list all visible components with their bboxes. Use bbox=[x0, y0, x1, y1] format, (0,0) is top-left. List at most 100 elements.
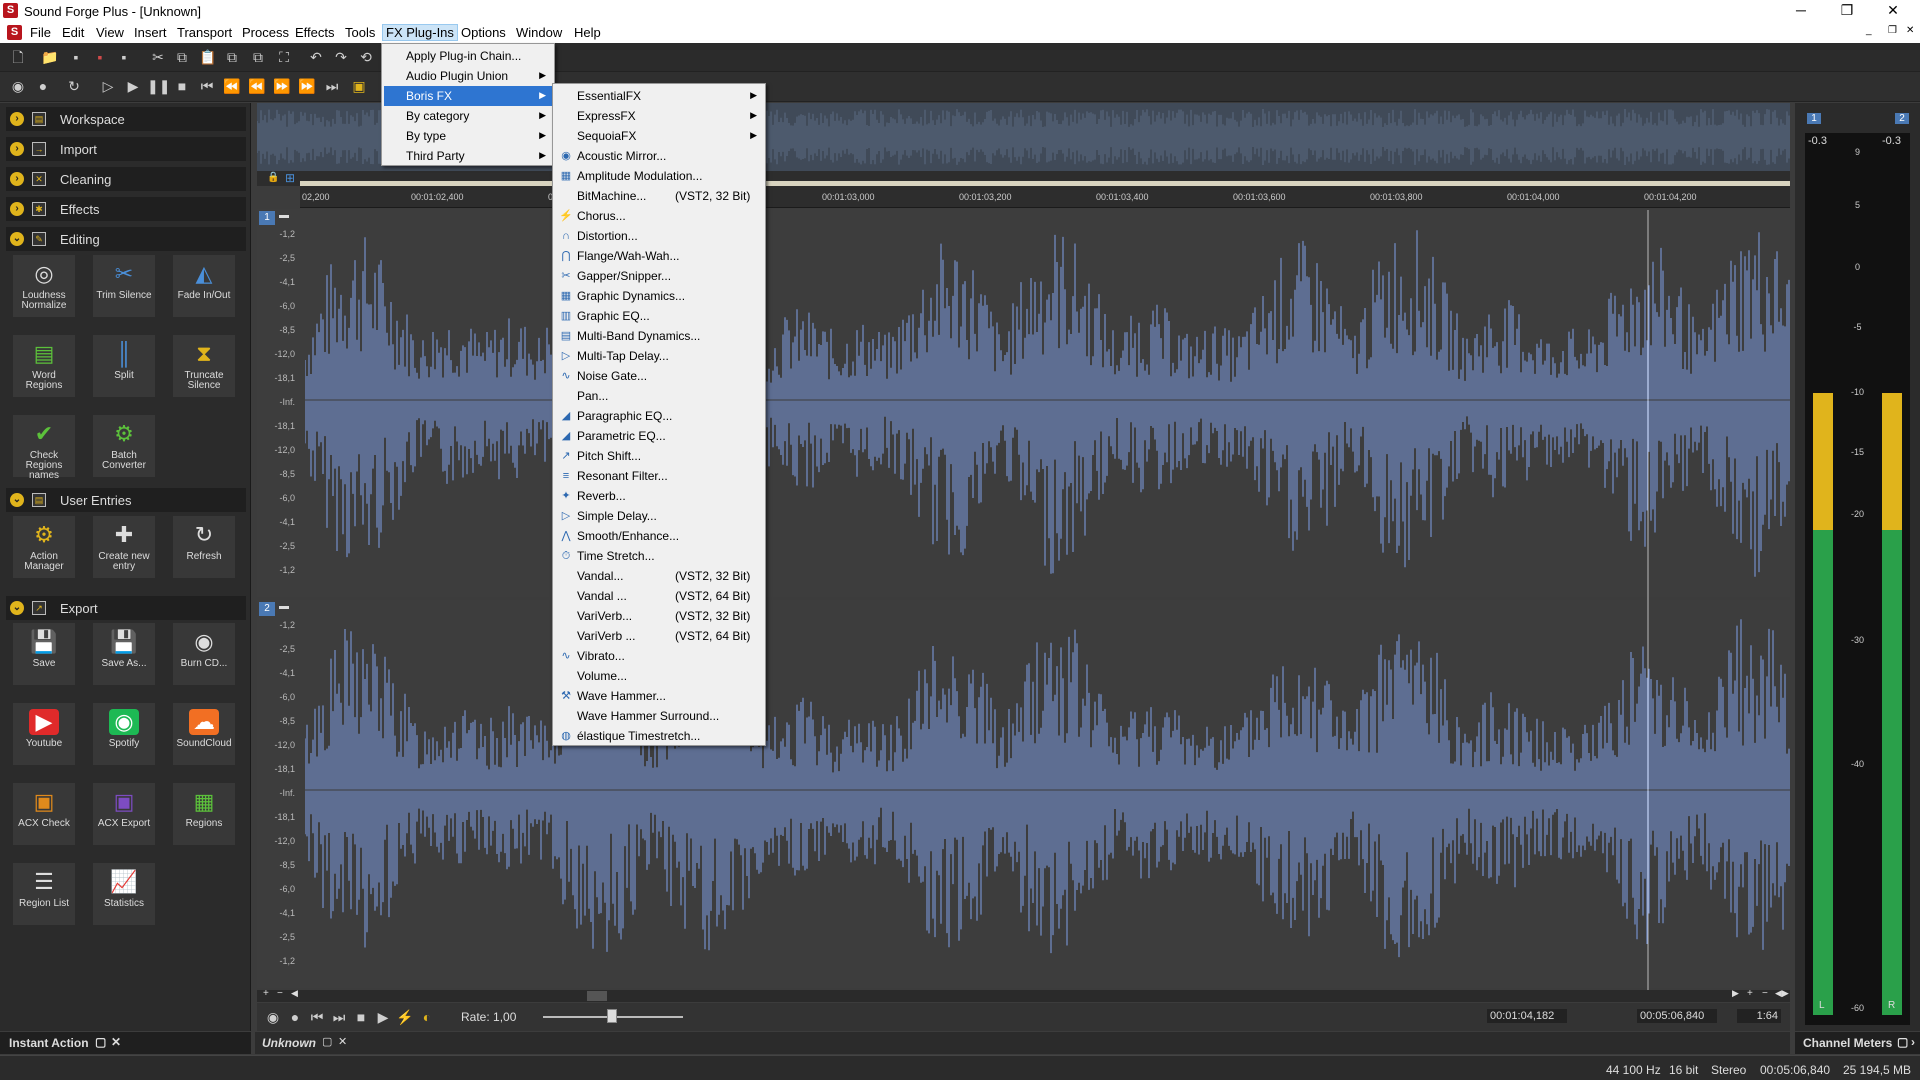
boris-item-2[interactable]: SequoiaFX ▶ bbox=[555, 126, 763, 146]
tile-trim-silence[interactable]: ✂ Trim Silence bbox=[92, 254, 156, 318]
section-import[interactable]: › → Import bbox=[6, 137, 246, 161]
new-icon[interactable]: 🗋 bbox=[8, 47, 28, 67]
boris-item-32[interactable]: ◍ élastique Timestretch... bbox=[555, 726, 763, 746]
menu-view[interactable]: View bbox=[93, 25, 127, 40]
doc-go-start-icon[interactable]: ⏮ bbox=[307, 1007, 327, 1027]
cursor-position[interactable]: 00:01:04,182 bbox=[1487, 1009, 1567, 1023]
doc-play-selection-icon[interactable]: ⚡ bbox=[395, 1007, 415, 1027]
tile-split[interactable]: ║ Split bbox=[92, 334, 156, 398]
section-effects[interactable]: › ✱ Effects bbox=[6, 197, 246, 221]
menu-effects[interactable]: Effects bbox=[292, 25, 338, 40]
boris-item-22[interactable]: ⋀ Smooth/Enhance... bbox=[555, 526, 763, 546]
forward-icon[interactable]: ⏩ bbox=[272, 76, 292, 96]
menu-item-by-category[interactable]: By category ▶ bbox=[384, 106, 552, 126]
selection-length[interactable]: 00:05:06,840 bbox=[1637, 1009, 1717, 1023]
boris-item-6[interactable]: ⚡ Chorus... bbox=[555, 206, 763, 226]
lock-icon[interactable]: 🔒 bbox=[267, 172, 279, 183]
tile-save-as[interactable]: 💾 Save As... bbox=[92, 622, 156, 686]
save-as-icon[interactable]: ▪ bbox=[90, 47, 110, 67]
tile-spotify[interactable]: ◉ Spotify bbox=[92, 702, 156, 766]
save-all-icon[interactable]: ▪ bbox=[114, 47, 134, 67]
tile-acx-export[interactable]: ▣ ACX Export bbox=[92, 782, 156, 846]
boris-item-24[interactable]: Vandal... (VST2, 32 Bit) bbox=[555, 566, 763, 586]
menu-window[interactable]: Window bbox=[513, 25, 565, 40]
doc-restore-button[interactable]: ❐ bbox=[1885, 25, 1900, 36]
boris-item-1[interactable]: ExpressFX ▶ bbox=[555, 106, 763, 126]
boris-item-26[interactable]: VariVerb... (VST2, 32 Bit) bbox=[555, 606, 763, 626]
tile-regions[interactable]: ▦ Regions bbox=[172, 782, 236, 846]
menu-item-audio-plugin-union[interactable]: Audio Plugin Union ▶ bbox=[384, 66, 552, 86]
boris-item-27[interactable]: VariVerb ... (VST2, 64 Bit) bbox=[555, 626, 763, 646]
stop-icon[interactable]: ■ bbox=[172, 76, 192, 96]
collapse-meter-icon[interactable]: › bbox=[1911, 1035, 1915, 1049]
boris-item-3[interactable]: ◉ Acoustic Mirror... bbox=[555, 146, 763, 166]
close-doc-icon[interactable]: ✕ bbox=[338, 1035, 347, 1048]
tile-truncate-silence[interactable]: ⧗ Truncate Silence bbox=[172, 334, 236, 398]
boris-item-8[interactable]: ⋂ Flange/Wah-Wah... bbox=[555, 246, 763, 266]
left-peak-value[interactable]: -0.3 bbox=[1808, 135, 1827, 147]
marker-icon[interactable]: ▣ bbox=[349, 76, 369, 96]
boris-item-0[interactable]: EssentialFX ▶ bbox=[555, 86, 763, 106]
float-doc-icon[interactable]: ▢ bbox=[322, 1035, 332, 1048]
boris-item-11[interactable]: ▥ Graphic EQ... bbox=[555, 306, 763, 326]
time-ruler[interactable]: 02,20000:01:02,40000:01:02,60000:01:02,8… bbox=[300, 186, 1790, 208]
play-icon[interactable]: ▶ bbox=[123, 76, 143, 96]
waveform[interactable] bbox=[305, 210, 1790, 990]
menu-help[interactable]: Help bbox=[571, 25, 604, 40]
tile-statistics[interactable]: 📈 Statistics bbox=[92, 862, 156, 926]
tile-fade-in-out[interactable]: ◭ Fade In/Out bbox=[172, 254, 236, 318]
go-end-icon[interactable]: ⏭ bbox=[322, 76, 342, 96]
document-tab[interactable]: Unknown bbox=[262, 1036, 316, 1050]
scroll-thumb[interactable] bbox=[587, 991, 607, 1001]
record-icon[interactable]: ● bbox=[33, 76, 53, 96]
tile-burn-cd[interactable]: ◉ Burn CD... bbox=[172, 622, 236, 686]
undo-icon[interactable]: ↶ bbox=[306, 47, 326, 67]
right-peak-value[interactable]: -0.3 bbox=[1882, 135, 1901, 147]
zoom-ratio[interactable]: 1:64 bbox=[1737, 1009, 1781, 1023]
boris-item-9[interactable]: ✂ Gapper/Snipper... bbox=[555, 266, 763, 286]
rewind2-icon[interactable]: ⏪ bbox=[247, 76, 267, 96]
tile-save[interactable]: 💾 Save bbox=[12, 622, 76, 686]
boris-item-25[interactable]: Vandal ... (VST2, 64 Bit) bbox=[555, 586, 763, 606]
tile-soundcloud[interactable]: ☁ SoundCloud bbox=[172, 702, 236, 766]
maximize-button[interactable]: ❐ bbox=[1824, 0, 1870, 22]
repeat-icon[interactable]: ⟲ bbox=[356, 47, 376, 67]
boris-item-19[interactable]: ≡ Resonant Filter... bbox=[555, 466, 763, 486]
boris-item-20[interactable]: ✦ Reverb... bbox=[555, 486, 763, 506]
boris-item-4[interactable]: ▦ Amplitude Modulation... bbox=[555, 166, 763, 186]
section-cleaning[interactable]: › ✕ Cleaning bbox=[6, 167, 246, 191]
boris-item-31[interactable]: Wave Hammer Surround... bbox=[555, 706, 763, 726]
boris-item-12[interactable]: ▤ Multi-Band Dynamics... bbox=[555, 326, 763, 346]
boris-item-16[interactable]: ◢ Paragraphic EQ... bbox=[555, 406, 763, 426]
pause-icon[interactable]: ❚❚ bbox=[147, 76, 170, 96]
section-user-entries[interactable]: ⌄ ▤ User Entries bbox=[6, 488, 246, 512]
instant-action-tab[interactable]: Instant Action ▢ ✕ bbox=[0, 1032, 251, 1054]
tile-create-entry[interactable]: ✚ Create new entry bbox=[92, 515, 156, 579]
boris-item-29[interactable]: Volume... bbox=[555, 666, 763, 686]
doc-close-button[interactable]: ✕ bbox=[1903, 25, 1917, 36]
menu-process[interactable]: Process bbox=[239, 25, 292, 40]
boris-item-15[interactable]: Pan... bbox=[555, 386, 763, 406]
boris-item-23[interactable]: ⏱ Time Stretch... bbox=[555, 546, 763, 566]
menu-item-by-type[interactable]: By type ▶ bbox=[384, 126, 552, 146]
snap-icon[interactable]: ⊞ bbox=[285, 171, 295, 185]
horizontal-scrollbar[interactable]: + − ◀ ▶ + − ◀▶ bbox=[257, 988, 1790, 1002]
copy-icon[interactable]: ⧉ bbox=[172, 47, 192, 67]
channel-meters-tab[interactable]: Channel Meters ▢ › bbox=[1795, 1032, 1920, 1054]
float-meter-icon[interactable]: ▢ bbox=[1897, 1035, 1908, 1049]
minimize-button[interactable]: ─ bbox=[1778, 0, 1824, 22]
section-editing[interactable]: ⌄ ✎ Editing bbox=[6, 227, 246, 251]
section-workspace[interactable]: › ▤ Workspace bbox=[6, 107, 246, 131]
boris-item-28[interactable]: ∿ Vibrato... bbox=[555, 646, 763, 666]
menu-item-apply-plugin-chain[interactable]: Apply Plug-in Chain... bbox=[384, 46, 552, 66]
open-icon[interactable]: 📁 bbox=[40, 47, 60, 67]
close-panel-icon[interactable]: ✕ bbox=[111, 1035, 121, 1049]
tile-action-manager[interactable]: ⚙ Action Manager bbox=[12, 515, 76, 579]
tile-region-list[interactable]: ☰ Region List bbox=[12, 862, 76, 926]
doc-arm-icon[interactable]: ● bbox=[285, 1007, 305, 1027]
forward2-icon[interactable]: ⏩ bbox=[297, 76, 317, 96]
tile-refresh[interactable]: ↻ Refresh bbox=[172, 515, 236, 579]
play-all-icon[interactable]: ▷ bbox=[98, 76, 118, 96]
tile-batch-converter[interactable]: ⚙ Batch Converter bbox=[92, 414, 156, 478]
boris-item-5[interactable]: BitMachine... (VST2, 32 Bit) bbox=[555, 186, 763, 206]
